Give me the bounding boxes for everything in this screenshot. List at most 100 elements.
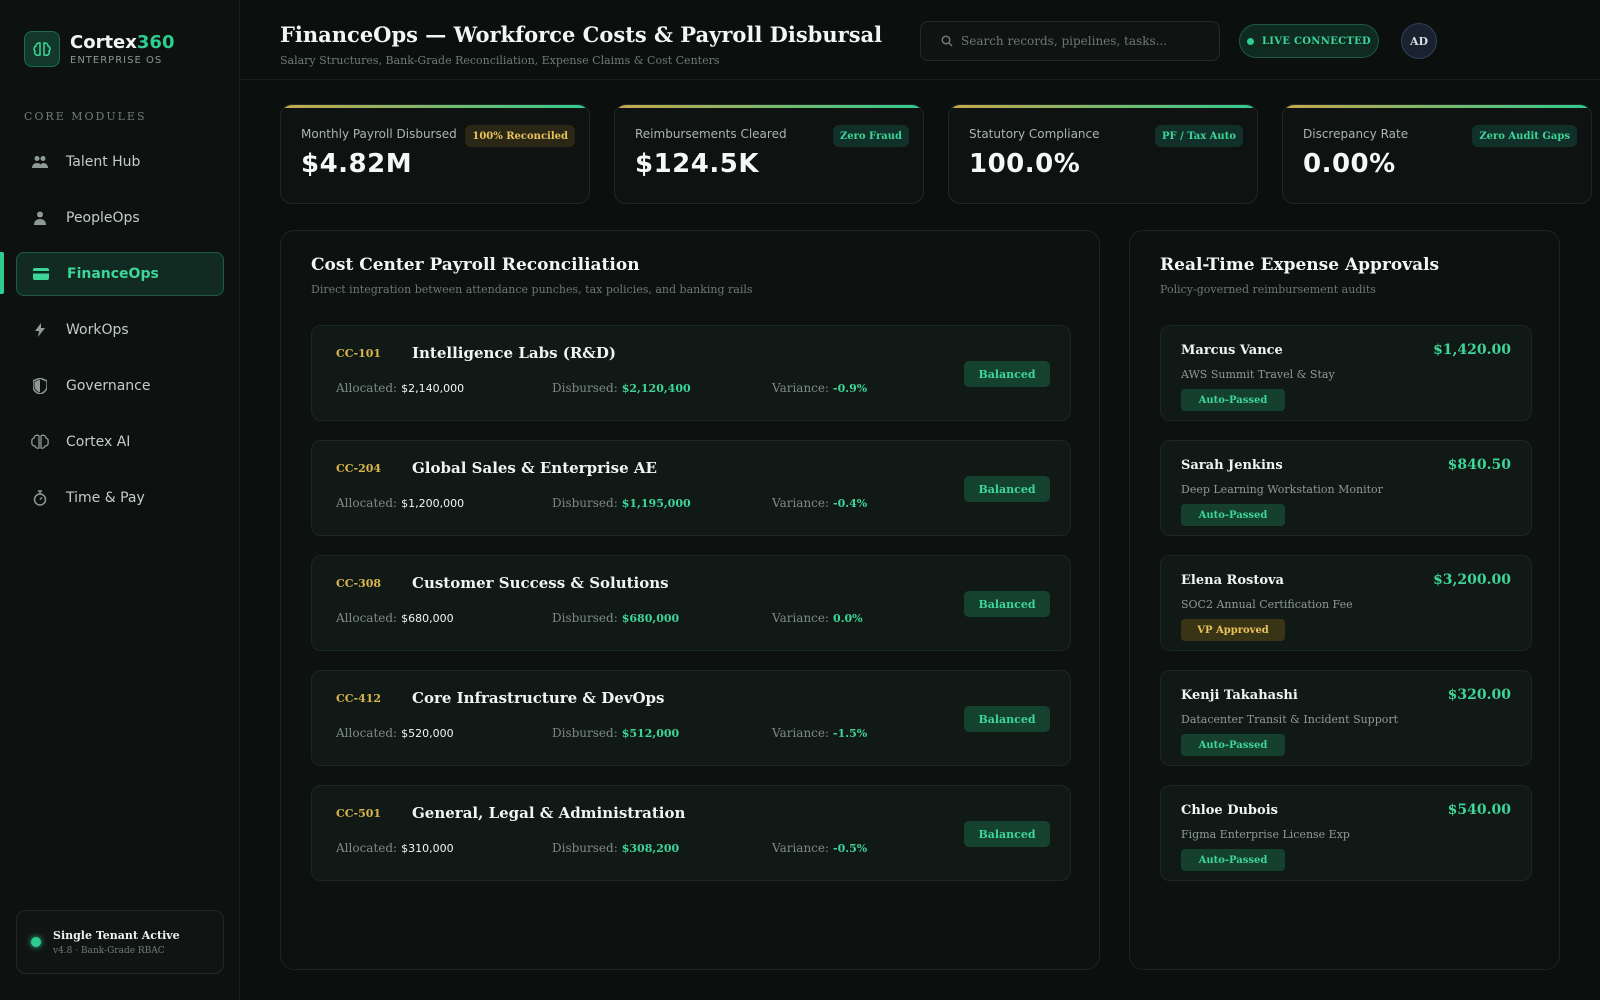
expense-amount: $840.50 — [1447, 457, 1511, 473]
expense-amount: $540.00 — [1447, 802, 1511, 818]
cost-center-list: CC-101 Intelligence Labs (R&D) Allocated… — [311, 325, 1071, 900]
sidebar-item-time-pay[interactable]: Time & Pay — [16, 476, 224, 520]
status-dot — [31, 937, 41, 947]
status-badge: Auto-Passed — [1181, 389, 1285, 411]
kpi-label: Reimbursements Cleared — [635, 127, 787, 141]
variance-value: 0.0% — [833, 612, 863, 625]
status-badge: Auto-Passed — [1181, 734, 1285, 756]
employee-name: Sarah Jenkins — [1181, 458, 1283, 473]
tenant-status-card: Single Tenant Active v4.8 · Bank-Grade R… — [16, 910, 224, 974]
allocated-value: $680,000 — [401, 612, 454, 625]
kpi-card-payroll: Monthly Payroll Disbursed $4.82M 100% Re… — [280, 104, 590, 204]
bolt-icon — [30, 320, 50, 340]
expense-row[interactable]: Sarah Jenkins $840.50 Deep Learning Work… — [1160, 440, 1532, 536]
panel-subtitle: Policy-governed reimbursement audits — [1160, 283, 1376, 296]
expense-row[interactable]: Kenji Takahashi $320.00 Datacenter Trans… — [1160, 670, 1532, 766]
sidebar: Cortex360 ENTERPRISE OS CORE MODULES Tal… — [0, 0, 240, 1000]
allocated-value: $2,140,000 — [401, 382, 465, 395]
kpi-card-reimbursements: Reimbursements Cleared $124.5K Zero Frau… — [614, 104, 924, 204]
employee-name: Chloe Dubois — [1181, 803, 1278, 818]
cost-center-name: General, Legal & Administration — [412, 804, 686, 822]
sidebar-item-financeops[interactable]: FinanceOps — [16, 252, 224, 296]
user-avatar[interactable]: AD — [1401, 23, 1437, 59]
expense-amount: $320.00 — [1447, 687, 1511, 703]
card-icon — [31, 264, 51, 284]
allocated-field: Allocated: $520,000 — [336, 726, 454, 740]
kpi-badge: PF / Tax Auto — [1155, 125, 1243, 147]
sidebar-item-talent-hub[interactable]: Talent Hub — [16, 140, 224, 184]
expense-amount: $1,420.00 — [1433, 342, 1511, 358]
kpi-label: Monthly Payroll Disbursed — [301, 127, 457, 141]
expense-amount: $3,200.00 — [1433, 572, 1511, 588]
status-badge: Balanced — [964, 476, 1050, 502]
kpi-label: Discrepancy Rate — [1303, 127, 1409, 141]
status-badge: Balanced — [964, 591, 1050, 617]
expense-row[interactable]: Chloe Dubois $540.00 Figma Enterprise Li… — [1160, 785, 1532, 881]
live-dot — [1246, 37, 1254, 45]
cost-center-code: CC-204 — [336, 462, 382, 475]
sidebar-item-label: Talent Hub — [66, 154, 141, 170]
live-status-text: LIVE CONNECTED — [1261, 35, 1372, 47]
allocated-field: Allocated: $680,000 — [336, 611, 454, 625]
allocated-value: $520,000 — [401, 727, 454, 740]
active-indicator — [0, 252, 4, 294]
kpi-badge: Zero Fraud — [832, 125, 909, 147]
people-icon — [30, 152, 50, 172]
expense-description: AWS Summit Travel & Stay — [1181, 368, 1335, 381]
allocated-field: Allocated: $2,140,000 — [336, 381, 465, 395]
allocated-field: Allocated: $1,200,000 — [336, 496, 465, 510]
variance-field: Variance: -0.9% — [772, 381, 868, 395]
cost-center-name: Core Infrastructure & DevOps — [412, 689, 665, 707]
kpi-value: $124.5K — [635, 149, 759, 179]
sidebar-item-peopleops[interactable]: PeopleOps — [16, 196, 224, 240]
employee-name: Elena Rostova — [1181, 573, 1284, 588]
search-input[interactable] — [961, 34, 1211, 48]
cost-center-code: CC-101 — [336, 347, 382, 360]
cost-center-name: Intelligence Labs (R&D) — [412, 344, 616, 362]
variance-value: -1.5% — [833, 727, 868, 740]
variance-field: Variance: 0.0% — [772, 611, 863, 625]
disbursed-field: Disbursed: $1,195,000 — [552, 496, 691, 510]
disbursed-value: $2,120,400 — [621, 382, 691, 395]
expense-row[interactable]: Marcus Vance $1,420.00 AWS Summit Travel… — [1160, 325, 1532, 421]
search-box[interactable] — [920, 21, 1220, 61]
sidebar-item-cortex-ai[interactable]: Cortex AI — [16, 420, 224, 464]
sidebar-item-label: Cortex AI — [66, 434, 131, 450]
allocated-value: $1,200,000 — [401, 497, 465, 510]
expense-description: SOC2 Annual Certification Fee — [1181, 598, 1353, 611]
kpi-badge: Zero Audit Gaps — [1472, 125, 1577, 147]
page-title: FinanceOps — Workforce Costs & Payroll D… — [280, 22, 883, 47]
disbursed-field: Disbursed: $512,000 — [552, 726, 680, 740]
kpi-card-discrepancy: Discrepancy Rate 0.00% Zero Audit Gaps — [1282, 104, 1592, 204]
sidebar-item-label: Governance — [66, 378, 151, 394]
cost-center-row[interactable]: CC-412 Core Infrastructure & DevOps Allo… — [311, 670, 1071, 766]
cost-center-row[interactable]: CC-501 General, Legal & Administration A… — [311, 785, 1071, 881]
sidebar-item-workops[interactable]: WorkOps — [16, 308, 224, 352]
expense-description: Datacenter Transit & Incident Support — [1181, 713, 1399, 726]
brand[interactable]: Cortex360 ENTERPRISE OS — [24, 31, 174, 67]
cost-center-code: CC-412 — [336, 692, 382, 705]
variance-value: -0.5% — [833, 842, 868, 855]
status-badge: Balanced — [964, 361, 1050, 387]
disbursed-value: $1,195,000 — [621, 497, 691, 510]
cost-center-name: Global Sales & Enterprise AE — [412, 459, 657, 477]
cost-center-row[interactable]: CC-101 Intelligence Labs (R&D) Allocated… — [311, 325, 1071, 421]
expense-list: Marcus Vance $1,420.00 AWS Summit Travel… — [1160, 325, 1532, 900]
expense-row[interactable]: Elena Rostova $3,200.00 SOC2 Annual Cert… — [1160, 555, 1532, 651]
shield-icon — [30, 376, 50, 396]
disbursed-field: Disbursed: $2,120,400 — [552, 381, 691, 395]
cost-center-row[interactable]: CC-204 Global Sales & Enterprise AE Allo… — [311, 440, 1071, 536]
variance-field: Variance: -0.5% — [772, 841, 868, 855]
panel-title: Cost Center Payroll Reconciliation — [311, 255, 640, 275]
cost-center-row[interactable]: CC-308 Customer Success & Solutions Allo… — [311, 555, 1071, 651]
brand-name: Cortex360 — [70, 31, 175, 53]
variance-field: Variance: -1.5% — [772, 726, 868, 740]
sidebar-item-label: WorkOps — [66, 322, 129, 338]
kpi-card-compliance: Statutory Compliance 100.0% PF / Tax Aut… — [948, 104, 1258, 204]
sidebar-item-governance[interactable]: Governance — [16, 364, 224, 408]
kpi-row: Monthly Payroll Disbursed $4.82M 100% Re… — [280, 104, 1592, 204]
reconciliation-panel: Cost Center Payroll Reconciliation Direc… — [280, 230, 1100, 970]
kpi-accent-bar — [615, 105, 923, 108]
cost-center-name: Customer Success & Solutions — [412, 574, 669, 592]
kpi-value: 0.00% — [1303, 149, 1396, 179]
